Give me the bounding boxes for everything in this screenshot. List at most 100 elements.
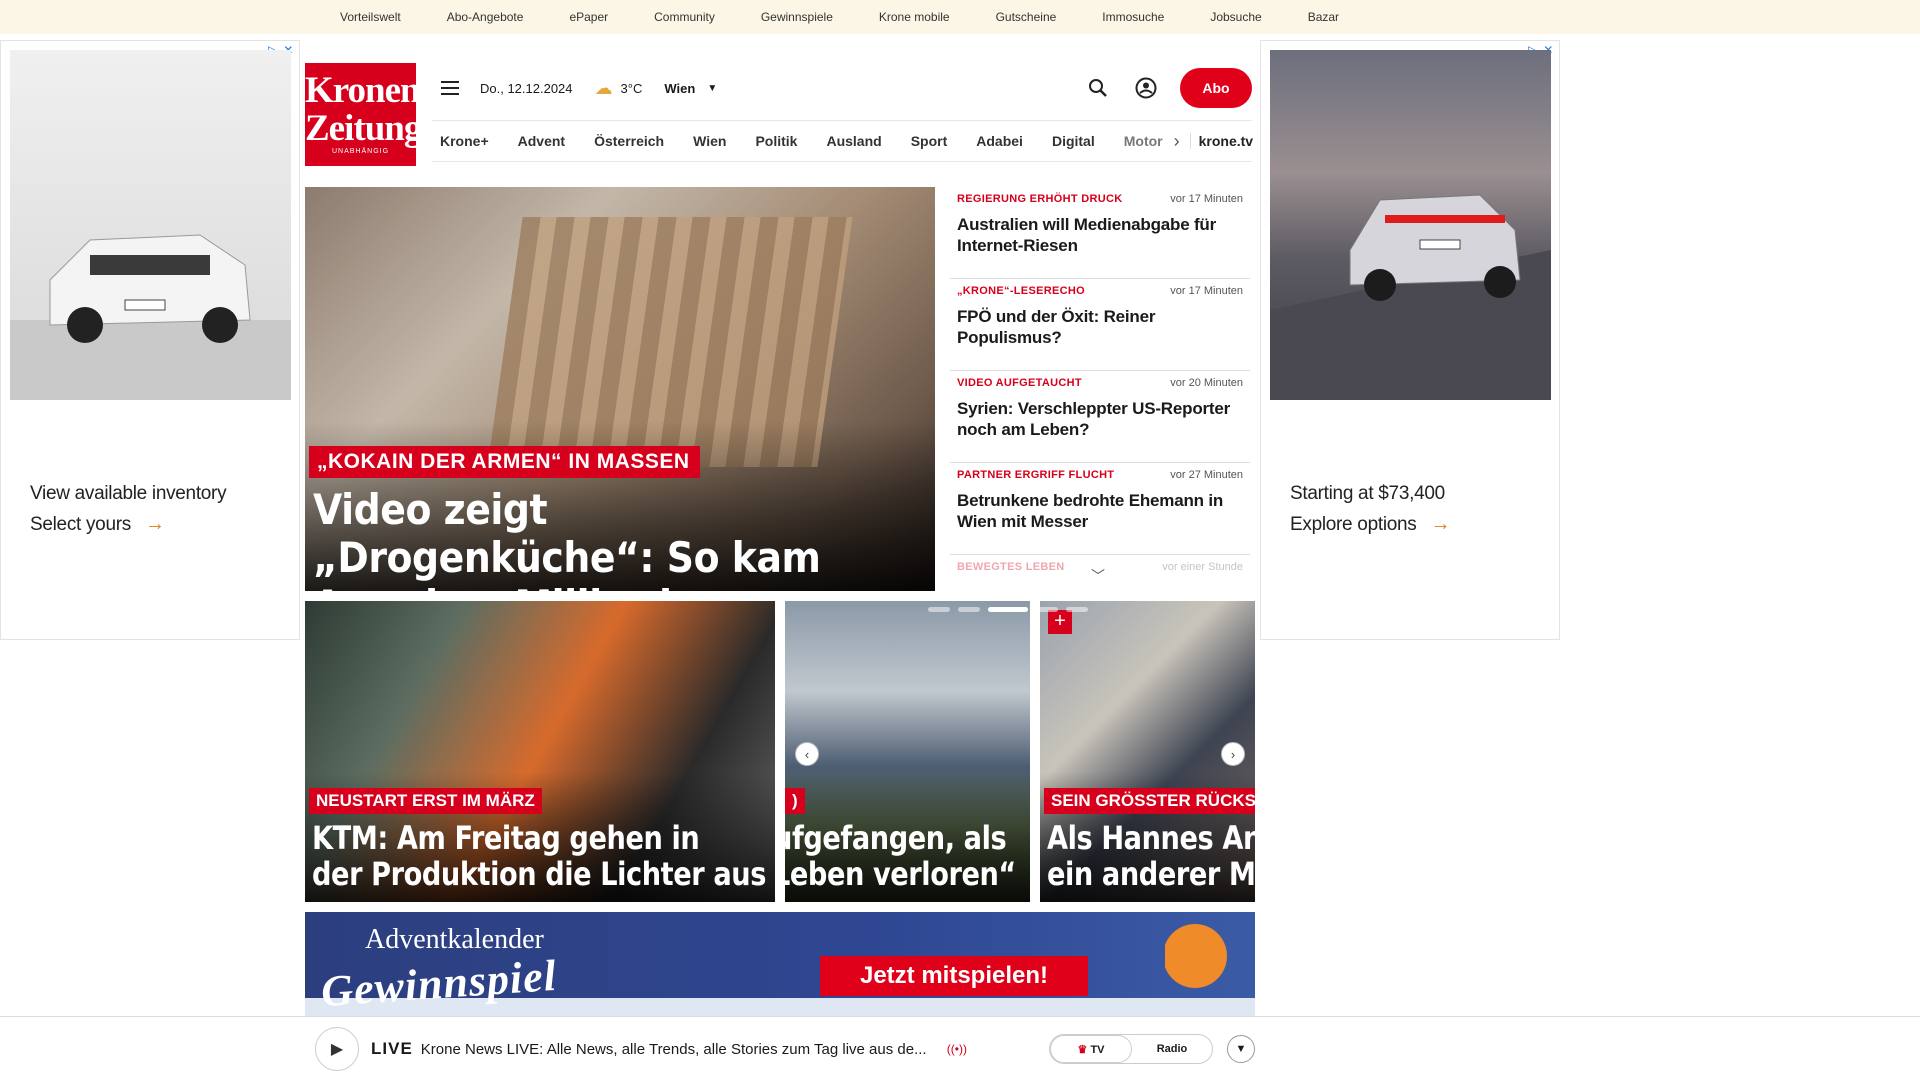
ad-left-cta[interactable]: Select yours →	[30, 509, 226, 540]
service-link-gutscheine[interactable]: Gutscheine	[996, 10, 1057, 24]
car-illustration	[10, 234, 291, 400]
kronen-zeitung-logo[interactable]: Kronen Zeitung UNABHÄNGIG	[305, 63, 422, 166]
news-item[interactable]: VIDEO AUFGETAUCHT vor 20 Minuten Syrien: …	[950, 371, 1250, 463]
carousel-dot-active[interactable]	[988, 607, 1028, 612]
news-item[interactable]: REGIERUNG ERHÖHT DRUCK vor 17 Minuten Aus…	[950, 187, 1250, 279]
news-time: vor 20 Minuten	[1170, 377, 1243, 389]
teaser-card[interactable]: ) ufgefangen, als Leben verloren“	[785, 601, 1030, 902]
nav-item-oesterreich[interactable]: Österreich	[594, 133, 664, 149]
service-link-jobsuche[interactable]: Jobsuche	[1210, 10, 1261, 24]
news-kicker: „KRONE“-LESERECHO	[957, 285, 1085, 297]
toggle-radio[interactable]: Radio	[1132, 1043, 1212, 1055]
news-item[interactable]: „KRONE“-LESERECHO vor 17 Minuten FPÖ und …	[950, 279, 1250, 371]
teaser-kicker: NEUSTART ERST IM MÄRZ	[309, 788, 542, 814]
arrow-right-icon: →	[144, 513, 165, 535]
weather-cloud-sun-icon: ☁	[594, 77, 613, 98]
chevron-down-icon[interactable]: ﹀	[1091, 566, 1105, 586]
news-kicker: REGIERUNG ERHÖHT DRUCK	[957, 193, 1123, 205]
news-kicker: BEWEGTES LEBEN	[957, 561, 1065, 573]
hero-kicker: „KOKAIN DER ARMEN“ IN MASSEN	[309, 446, 700, 478]
top-service-bar: Vorteilswelt Abo-Angebote ePaper Communi…	[0, 0, 1920, 34]
toggle-tv[interactable]: ♛ TV	[1050, 1035, 1132, 1063]
nav-item-digital[interactable]: Digital	[1052, 133, 1095, 149]
live-player-bar: ▶ LIVE Krone News LIVE: Alle News, alle …	[0, 1016, 1920, 1080]
chevron-down-icon[interactable]: ▼	[1227, 1035, 1255, 1063]
news-time: vor einer Stunde	[1162, 561, 1243, 573]
teaser-card[interactable]: NEUSTART ERST IM MÄRZ KTM: Am Freitag ge…	[305, 601, 775, 902]
teaser-headline[interactable]: Als Hannes An ein anderer M	[1047, 820, 1255, 892]
crown-icon: ♛	[1077, 1044, 1088, 1056]
promo-title: Adventkalender	[365, 924, 544, 955]
chevron-right-icon[interactable]: ›	[1174, 131, 1180, 152]
service-link-krone-mobile[interactable]: Krone mobile	[879, 10, 950, 24]
car-illustration	[1270, 194, 1551, 400]
krone-plus-icon: +	[1048, 610, 1072, 634]
teaser-kicker: SEIN GRÖSSTER RÜCKSC	[1044, 788, 1255, 814]
carousel-dot[interactable]	[928, 607, 950, 612]
news-title[interactable]: Syrien: Verschleppter US-Reporter noch a…	[957, 398, 1243, 440]
nav-item-politik[interactable]: Politik	[755, 133, 797, 149]
arrow-right-icon: →	[1430, 513, 1451, 535]
user-account-icon[interactable]	[1132, 74, 1160, 102]
nav-item-motor[interactable]: Motor	[1124, 133, 1163, 149]
teaser-headline[interactable]: KTM: Am Freitag gehen in der Produktion d…	[312, 820, 766, 892]
ad-car-image	[10, 50, 291, 400]
nav-item-advent[interactable]: Advent	[518, 133, 565, 149]
promo-cta-button[interactable]: Jetzt mitspielen!	[820, 956, 1088, 996]
ad-right-text: Starting at $73,400 Explore options →	[1290, 478, 1450, 540]
current-date: Do., 12.12.2024	[480, 80, 573, 96]
news-item[interactable]: PARTNER ERGRIFF FLUCHT vor 27 Minuten Bet…	[950, 463, 1250, 555]
chevron-left-icon[interactable]: ‹	[795, 742, 819, 766]
carousel-dot[interactable]	[1036, 607, 1058, 612]
chevron-right-icon[interactable]: ›	[1221, 742, 1245, 766]
logo-line2: Zeitung	[305, 108, 422, 149]
news-title[interactable]: FPÖ und der Öxit: Reiner Populismus?	[957, 306, 1243, 348]
hero-article[interactable]: „KOKAIN DER ARMEN“ IN MASSEN Video zeigt…	[305, 187, 935, 591]
nav-item-krone-plus[interactable]: Krone+	[440, 133, 489, 149]
live-player: ▶ LIVE Krone News LIVE: Alle News, alle …	[315, 1027, 1255, 1071]
live-label: LIVE	[371, 1039, 413, 1058]
service-link-abo-angebote[interactable]: Abo-Angebote	[447, 10, 524, 24]
service-link-bazar[interactable]: Bazar	[1308, 10, 1339, 24]
nav-item-krone-tv[interactable]: krone.tv	[1189, 133, 1253, 149]
chevron-down-icon[interactable]: ▼	[707, 83, 717, 94]
carousel-dot[interactable]	[1066, 607, 1088, 612]
city-selector[interactable]: Wien	[664, 81, 695, 96]
hero-headline[interactable]: Video zeigt „Drogenküche“: So kam Assad …	[313, 486, 853, 592]
service-link-immosuche[interactable]: Immosuche	[1102, 10, 1164, 24]
main-navigation: Krone+ Advent Österreich Wien Politik Au…	[432, 120, 1253, 162]
nav-item-sport[interactable]: Sport	[911, 133, 948, 149]
teaser-headline[interactable]: ufgefangen, als Leben verloren“	[785, 820, 1016, 892]
ad-right-cta[interactable]: Explore options →	[1290, 509, 1450, 540]
ad-right[interactable]: ▷✕ Starting at $73,400 Explore options→	[1260, 40, 1560, 640]
search-icon[interactable]	[1084, 74, 1112, 102]
fox-mascot-icon	[1165, 920, 1240, 1010]
nav-item-wien[interactable]: Wien	[693, 133, 726, 149]
carousel-dot[interactable]	[958, 607, 980, 612]
ad-left[interactable]: ▷✕ View available inventory Select yours…	[0, 40, 300, 640]
service-link-vorteilswelt[interactable]: Vorteilswelt	[340, 10, 401, 24]
advent-promo-banner[interactable]: Adventkalender Gewinnspiel Jetzt mitspie…	[305, 912, 1255, 1018]
news-time: vor 17 Minuten	[1170, 285, 1243, 297]
news-title[interactable]: Australien will Medienabgabe für Interne…	[957, 214, 1243, 256]
play-icon[interactable]: ▶	[315, 1027, 359, 1071]
live-stream-title[interactable]: Krone News LIVE: Alle News, alle Trends,…	[421, 1041, 941, 1058]
hamburger-menu-icon[interactable]	[441, 76, 465, 100]
carousel-pagination	[928, 607, 1088, 612]
teaser-kicker: )	[785, 788, 805, 814]
logo-line1: Kronen	[305, 70, 421, 111]
ad-left-text: View available inventory Select yours →	[30, 478, 227, 540]
header-bar: Do., 12.12.2024 ☁ 3°C Wien ▼ Abo	[432, 62, 1252, 114]
service-link-epaper[interactable]: ePaper	[569, 10, 608, 24]
service-link-gewinnspiele[interactable]: Gewinnspiele	[761, 10, 833, 24]
nav-item-adabei[interactable]: Adabei	[976, 133, 1023, 149]
nav-item-ausland[interactable]: Ausland	[826, 133, 881, 149]
news-title[interactable]: Betrunkene bedrohte Ehemann in Wien mit …	[957, 490, 1243, 532]
service-links: Vorteilswelt Abo-Angebote ePaper Communi…	[340, 0, 1385, 34]
service-link-community[interactable]: Community	[654, 10, 715, 24]
ad-left-line1: View available inventory	[30, 483, 227, 504]
abo-button[interactable]: Abo	[1180, 68, 1252, 108]
broadcast-icon: ((•))	[946, 1042, 967, 1056]
latest-news-list: REGIERUNG ERHÖHT DRUCK vor 17 Minuten Aus…	[950, 187, 1250, 587]
media-toggle[interactable]: ♛ TV Radio	[1049, 1034, 1213, 1064]
